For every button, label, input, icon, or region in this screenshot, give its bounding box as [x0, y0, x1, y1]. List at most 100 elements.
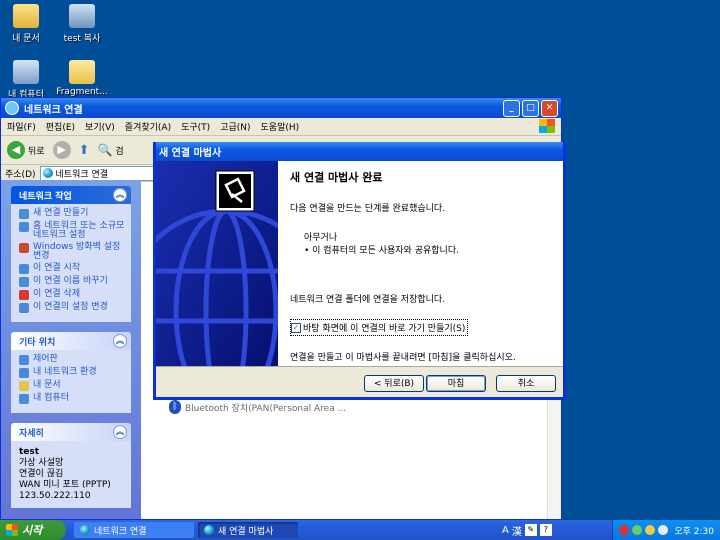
task-rename-connection[interactable]: 이 연결 이름 바꾸기 [19, 277, 125, 287]
firewall-icon [19, 243, 29, 253]
place-label: 내 컴퓨터 [33, 393, 69, 403]
window-title: 네트워크 연결 [24, 104, 83, 116]
fragment-icon [69, 60, 95, 84]
connection-detail: • 이 컴퓨터의 모든 사용자와 공유합니다. [304, 246, 459, 256]
wizard-title: 새 연결 마법사 [159, 148, 222, 159]
task-home-network[interactable]: 홈 네트워크 또는 소규모 네트워크 설정 [19, 222, 125, 240]
panel-header[interactable]: 기타 위치 ︽ [11, 332, 131, 350]
globe-icon [156, 161, 278, 366]
network-tasks-panel: 네트워크 작업 ︽ 새 연결 만들기 홈 네트워크 또는 소규모 네트워크 설정… [11, 186, 131, 322]
detail-line: WAN 미니 포트 (PPTP) [19, 480, 111, 490]
place-my-network[interactable]: 내 네트워크 환경 [19, 368, 125, 378]
menu-help[interactable]: 도움말(H) [261, 120, 300, 133]
network-status-icon[interactable] [632, 525, 642, 535]
place-my-computer[interactable]: 내 컴퓨터 [19, 394, 125, 404]
address-label: 주소(D) [5, 169, 36, 180]
finish-button[interactable]: 마침 [426, 375, 486, 392]
task-pane: 네트워크 작업 ︽ 새 연결 만들기 홈 네트워크 또는 소규모 네트워크 설정… [1, 180, 141, 519]
desktop-icon-test-copy[interactable]: test 복사 [46, 4, 118, 44]
desktop-shortcut-checkbox[interactable]: ✓ 바탕 화면에 이 연결의 바로 가기 만들기(S) [290, 319, 468, 336]
clock[interactable]: 오후 2:30 [674, 524, 714, 537]
place-my-documents[interactable]: 내 문서 [19, 381, 125, 391]
task-label: 네트워크 연결 [94, 526, 147, 537]
cancel-button[interactable]: 취소 [496, 375, 556, 392]
task-firewall[interactable]: Windows 방화벽 설정 변경 [19, 243, 125, 261]
address-value: 네트워크 연결 [55, 169, 109, 180]
start-button[interactable]: 시작 [0, 520, 66, 540]
place-label: 내 네트워크 환경 [33, 367, 97, 377]
network-icon [5, 101, 19, 115]
task-change-settings[interactable]: 이 연결의 설정 변경 [19, 303, 125, 313]
hanja-mode[interactable]: 漢 [512, 523, 522, 538]
my-network-icon [19, 368, 29, 378]
connection-label: Bluetooth 장치(PAN(Personal Area ... [185, 403, 347, 414]
menu-advanced[interactable]: 고급(N) [220, 120, 250, 133]
menu-tools[interactable]: 도구(T) [181, 120, 210, 133]
my-computer-icon [13, 60, 39, 84]
back-button[interactable]: < 뒤로(B) [364, 375, 424, 392]
menu-file[interactable]: 파일(F) [7, 120, 36, 133]
address-field[interactable]: 네트워크 연결 [39, 165, 164, 181]
wizard-titlebar[interactable]: 새 연결 마법사 [156, 142, 563, 161]
panel-header[interactable]: 자세히 ︽ [11, 423, 131, 441]
security-icon[interactable] [619, 525, 629, 535]
language-bar[interactable]: A 漢 ✎ ? [502, 522, 552, 538]
task-label: 이 연결의 설정 변경 [33, 302, 108, 312]
volume-icon[interactable] [658, 525, 668, 535]
detail-line: 연결이 끊김 [19, 469, 64, 479]
menu-edit[interactable]: 편집(E) [46, 120, 75, 133]
new-connection-icon [19, 209, 29, 219]
folder-icon [19, 381, 29, 391]
taskbar-new-connection-wizard[interactable]: 새 연결 마법사 [198, 522, 298, 538]
rename-icon [19, 277, 29, 287]
bluetooth-icon: ᛒ [169, 400, 181, 414]
explorer-titlebar[interactable]: 네트워크 연결 _ □ ✕ [1, 98, 561, 118]
forward-button[interactable]: ▶ [52, 141, 71, 159]
help-icon[interactable]: ? [539, 524, 552, 536]
control-panel-icon [19, 355, 29, 365]
task-label: Windows 방화벽 설정 변경 [33, 242, 121, 261]
other-places-panel: 기타 위치 ︽ 제어판 내 네트워크 환경 내 문서 내 컴퓨터 [11, 332, 131, 413]
desktop-icon-label: test 복사 [63, 34, 101, 44]
task-label: 새 연결 만들기 [33, 208, 89, 218]
close-button[interactable]: ✕ [541, 99, 558, 117]
input-mode[interactable]: A [502, 525, 509, 536]
search-button[interactable]: 🔍 검 [97, 143, 123, 157]
taskbar-network-connections[interactable]: 네트워크 연결 [74, 522, 194, 538]
place-control-panel[interactable]: 제어판 [19, 355, 125, 365]
task-start-connection[interactable]: 이 연결 시작 [19, 264, 125, 274]
maximize-button[interactable]: □ [522, 99, 539, 117]
settings-icon [19, 303, 29, 313]
system-tray: 오후 2:30 [612, 520, 720, 540]
divider [156, 366, 563, 367]
menu-view[interactable]: 보기(V) [85, 120, 115, 133]
warning-icon[interactable] [645, 525, 655, 535]
back-button[interactable]: ◀ 뒤로 [7, 141, 45, 159]
windows-logo-icon [539, 119, 555, 133]
desktop-icon-fragment[interactable]: Fragment... [46, 60, 118, 97]
task-create-connection[interactable]: 새 연결 만들기 [19, 209, 125, 219]
collapse-icon[interactable]: ︽ [113, 188, 127, 202]
task-label: 새 연결 마법사 [218, 526, 274, 537]
finish-instructions: 연결을 만들고 이 마법사를 끝내려면 [마침]을 클릭하십시오. [290, 353, 516, 363]
search-label: 검 [115, 146, 124, 157]
menu-favorites[interactable]: 즐겨찾기(A) [125, 120, 171, 133]
minimize-button[interactable]: _ [503, 99, 520, 117]
collapse-icon[interactable]: ︽ [113, 334, 127, 348]
task-delete-connection[interactable]: 이 연결 삭제 [19, 290, 125, 300]
wizard-intro: 다음 연결을 만드는 단계를 완료했습니다. [290, 204, 446, 214]
task-label: 이 연결 시작 [33, 263, 81, 273]
connection-name: 아무거나 [304, 233, 338, 243]
up-folder-icon[interactable]: ⬆ [79, 143, 90, 158]
menu-bar: 파일(F) 편집(E) 보기(V) 즐겨찾기(A) 도구(T) 고급(N) 도움… [1, 118, 561, 136]
panel-header[interactable]: 네트워크 작업 ︽ [11, 186, 131, 204]
ime-icon[interactable]: ✎ [524, 524, 537, 536]
checkbox-label: 바탕 화면에 이 연결의 바로 가기 만들기(S) [303, 324, 466, 334]
connect-icon [19, 264, 29, 274]
home-network-icon [19, 222, 29, 232]
collapse-icon[interactable]: ︽ [113, 425, 127, 439]
bluetooth-connection-item[interactable]: ᛒ Bluetooth 장치(PAN(Personal Area ... [169, 400, 346, 414]
panel-title: 자세히 [19, 428, 44, 439]
detail-name: test [19, 447, 40, 457]
task-label: 이 연결 삭제 [33, 289, 81, 299]
